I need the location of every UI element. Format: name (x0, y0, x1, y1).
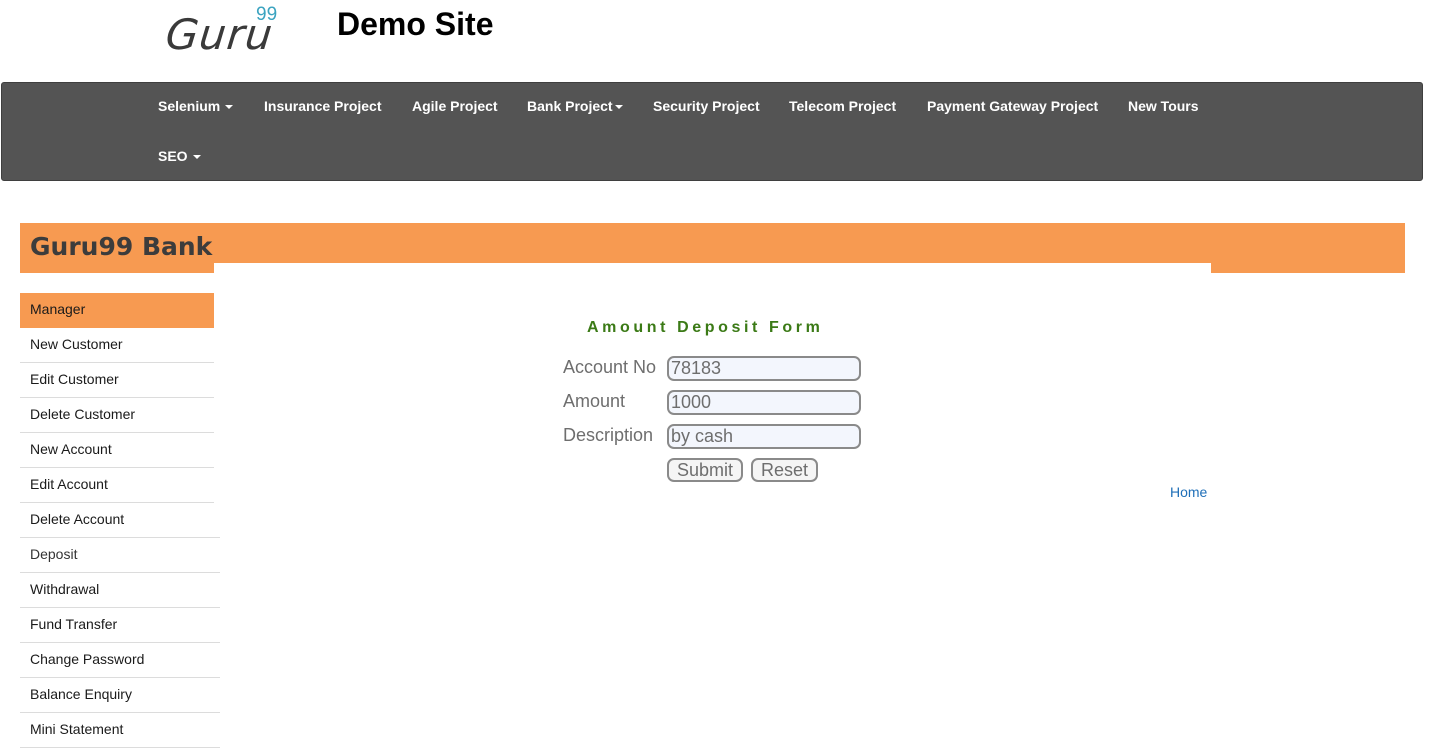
nav-security-project[interactable]: Security Project (653, 98, 760, 114)
sidebar-item-manager[interactable]: Manager (20, 293, 214, 328)
sidebar-item-change-password[interactable]: Change Password (20, 643, 220, 678)
nav-telecom-project[interactable]: Telecom Project (789, 98, 896, 114)
sidebar-item-edit-customer[interactable]: Edit Customer (20, 363, 214, 398)
chevron-down-icon (225, 105, 234, 110)
sidebar-item-withdrawal[interactable]: Withdrawal (20, 573, 220, 608)
submit-button[interactable]: Submit (667, 458, 744, 482)
description-label: Description (563, 425, 654, 445)
amount-input[interactable] (667, 390, 861, 415)
home-link[interactable]: Home (1170, 484, 1207, 500)
sidebar-item-deposit[interactable]: Deposit (20, 538, 220, 573)
nav-new-tours[interactable]: New Tours (1128, 98, 1199, 114)
bank-title: Guru99 Bank (30, 232, 213, 261)
form-title: Amount Deposit Form (587, 319, 824, 336)
nav-selenium[interactable]: Selenium (158, 98, 234, 114)
chevron-down-icon (614, 105, 623, 110)
sidebar-item-edit-account[interactable]: Edit Account (20, 468, 214, 503)
sidebar-menu: Manager New Customer Edit Customer Delet… (20, 293, 220, 748)
nav-bank-project-label: Bank Project (527, 98, 613, 114)
sidebar-item-new-account[interactable]: New Account (20, 433, 214, 468)
nav-seo[interactable]: SEO (158, 148, 201, 164)
account-no-label: Account No (563, 357, 657, 377)
top-navbar: Selenium Insurance Project Agile Project… (1, 82, 1423, 181)
sidebar-item-fund-transfer[interactable]: Fund Transfer (20, 608, 220, 643)
reset-button[interactable]: Reset (751, 458, 819, 482)
sidebar-item-balance-enquiry[interactable]: Balance Enquiry (20, 678, 220, 713)
account-no-input[interactable] (667, 356, 861, 381)
nav-payment-gateway-project[interactable]: Payment Gateway Project (927, 98, 1098, 114)
sidebar-item-new-customer[interactable]: New Customer (20, 328, 214, 363)
nav-bank-project[interactable]: Bank Project (527, 98, 623, 114)
logo-superscript: 99 (256, 4, 278, 25)
nav-insurance-project[interactable]: Insurance Project (264, 98, 382, 114)
nav-agile-project[interactable]: Agile Project (412, 98, 498, 114)
sidebar-item-delete-customer[interactable]: Delete Customer (20, 398, 214, 433)
nav-seo-label: SEO (158, 148, 188, 164)
amount-label: Amount (563, 391, 626, 411)
description-input[interactable] (667, 424, 861, 449)
sidebar-item-delete-account[interactable]: Delete Account (20, 503, 220, 538)
sidebar-item-mini-statement[interactable]: Mini Statement (20, 713, 220, 748)
chevron-down-icon (192, 155, 201, 160)
nav-selenium-label: Selenium (158, 98, 221, 114)
site-title: Demo Site (337, 6, 494, 42)
